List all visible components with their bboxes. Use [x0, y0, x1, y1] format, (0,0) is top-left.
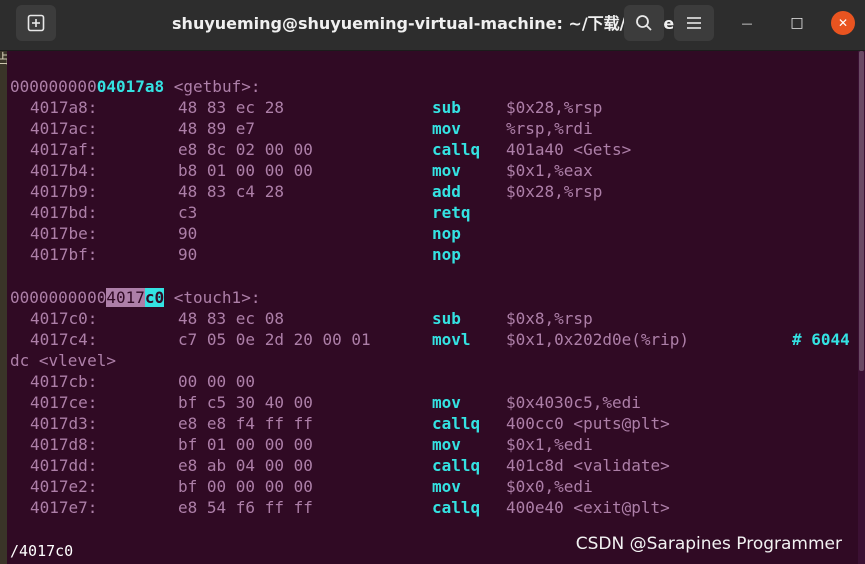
instruction-address: 4017d3:	[30, 414, 98, 433]
instruction-bytes: 48 83 ec 08	[178, 309, 284, 328]
background-window-edge: 占	[0, 51, 10, 564]
comment-wrap-line: dc <vlevel>	[10, 351, 116, 370]
title-bar: shuyueming@shuyueming-virtual-machine: ~…	[0, 0, 865, 51]
instruction-address: 4017bf:	[30, 245, 98, 264]
instruction-mnemonic: retq	[432, 203, 471, 222]
new-tab-icon	[27, 14, 45, 32]
instruction-bytes: bf 00 00 00 00	[178, 477, 313, 496]
instruction-address: 4017b9:	[30, 182, 98, 201]
maximize-icon: □	[790, 15, 804, 31]
menu-button[interactable]	[674, 5, 714, 41]
instruction-mnemonic: mov	[432, 477, 461, 496]
instruction-address: 4017cb:	[30, 372, 98, 391]
instruction-mnemonic: sub	[432, 309, 461, 328]
new-tab-button[interactable]	[16, 5, 56, 41]
watermark-text: CSDN @Sarapines Programmer	[575, 534, 842, 554]
header-address: 00000000004017a8	[10, 77, 165, 96]
instruction-address: 4017ce:	[30, 393, 98, 412]
function-header-touch1: 00000000004017c0 <touch1>:	[10, 287, 260, 308]
instruction-mnemonic: add	[432, 182, 461, 201]
instruction-mnemonic: callq	[432, 456, 481, 475]
instruction-address: 4017a8:	[30, 98, 98, 117]
instruction-bytes: 48 83 c4 28	[178, 182, 284, 201]
instruction-operands: $0x0,%edi	[506, 477, 593, 496]
instruction-address: 4017d8:	[30, 435, 98, 454]
instruction-mnemonic: callq	[432, 498, 481, 517]
instruction-operands: 400cc0 <puts@plt>	[506, 414, 670, 433]
hamburger-menu-icon	[687, 17, 701, 29]
scrollbar-thumb[interactable]	[859, 51, 864, 371]
instruction-bytes: b8 01 00 00 00	[178, 161, 313, 180]
instruction-bytes: 48 89 e7	[178, 119, 256, 138]
terminal-scrollbar[interactable]	[858, 51, 865, 564]
instruction-address: 4017be:	[30, 224, 98, 243]
instruction-mnemonic: nop	[432, 224, 461, 243]
instruction-bytes: e8 8c 02 00 00	[178, 140, 313, 159]
close-icon: ✕	[837, 16, 849, 30]
search-match-highlight: 4017	[106, 288, 145, 307]
instruction-bytes: bf 01 00 00 00	[178, 435, 313, 454]
header-address: 00000000004017c0	[10, 288, 165, 307]
instruction-mnemonic: mov	[432, 435, 461, 454]
instruction-operands: 401a40 <Gets>	[506, 140, 632, 159]
instruction-mnemonic: sub	[432, 98, 461, 117]
search-icon	[636, 15, 652, 31]
instruction-bytes: e8 54 f6 ff ff	[178, 498, 313, 517]
instruction-address: 4017e7:	[30, 498, 98, 517]
instruction-address: 4017c4:	[30, 330, 98, 349]
search-cursor-highlight: c0	[144, 288, 165, 307]
instruction-bytes: e8 ab 04 00 00	[178, 456, 313, 475]
instruction-bytes: c7 05 0e 2d 20 00 01	[178, 330, 371, 349]
instruction-operands: $0x1,%edi	[506, 435, 593, 454]
header-function-name: <getbuf>:	[164, 77, 261, 96]
instruction-operands: $0x4030c5,%edi	[506, 393, 641, 412]
search-prompt[interactable]: /4017c0	[10, 542, 73, 560]
instruction-operands: %rsp,%rdi	[506, 119, 593, 138]
instruction-mnemonic: callq	[432, 414, 481, 433]
instruction-address: 4017e2:	[30, 477, 98, 496]
instruction-mnemonic: callq	[432, 140, 481, 159]
instruction-operands: $0x8,%rsp	[506, 309, 593, 328]
instruction-address: 4017b4:	[30, 161, 98, 180]
instruction-mnemonic: movl	[432, 330, 471, 349]
instruction-bytes: 00 00 00	[178, 372, 256, 391]
instruction-address: 4017bd:	[30, 203, 98, 222]
instruction-address: 4017dd:	[30, 456, 98, 475]
instruction-bytes: bf c5 30 40 00	[178, 393, 313, 412]
terminal-output[interactable]: 00000000004017a8 <getbuf>: 4017a8: 48 83 …	[7, 51, 858, 564]
instruction-bytes: 48 83 ec 28	[178, 98, 284, 117]
instruction-operands: 400e40 <exit@plt>	[506, 498, 670, 517]
function-header-getbuf: 00000000004017a8 <getbuf>:	[10, 76, 260, 97]
instruction-bytes: 90	[178, 224, 198, 243]
instruction-bytes: c3	[178, 203, 198, 222]
instruction-address: 4017c0:	[30, 309, 98, 328]
minimize-icon: —	[741, 16, 753, 30]
instruction-bytes: e8 e8 f4 ff ff	[178, 414, 313, 433]
instruction-mnemonic: nop	[432, 245, 461, 264]
instruction-operands: $0x1,0x202d0e(%rip)	[506, 330, 690, 349]
instruction-mnemonic: mov	[432, 119, 461, 138]
search-button[interactable]	[624, 5, 664, 41]
instruction-operands: $0x1,%eax	[506, 161, 593, 180]
instruction-mnemonic: mov	[432, 393, 461, 412]
instruction-bytes: 90	[178, 245, 198, 264]
instruction-address: 4017ac:	[30, 119, 98, 138]
header-function-name: <touch1>:	[164, 288, 261, 307]
instruction-comment: # 6044	[792, 330, 850, 349]
instruction-operands: $0x28,%rsp	[506, 182, 603, 201]
instruction-mnemonic: mov	[432, 161, 461, 180]
instruction-address: 4017af:	[30, 140, 98, 159]
minimize-button[interactable]: —	[732, 8, 762, 38]
instruction-operands: $0x28,%rsp	[506, 98, 603, 117]
maximize-button[interactable]: □	[782, 8, 812, 38]
instruction-operands: 401c8d <validate>	[506, 456, 670, 475]
close-button[interactable]: ✕	[828, 8, 858, 38]
